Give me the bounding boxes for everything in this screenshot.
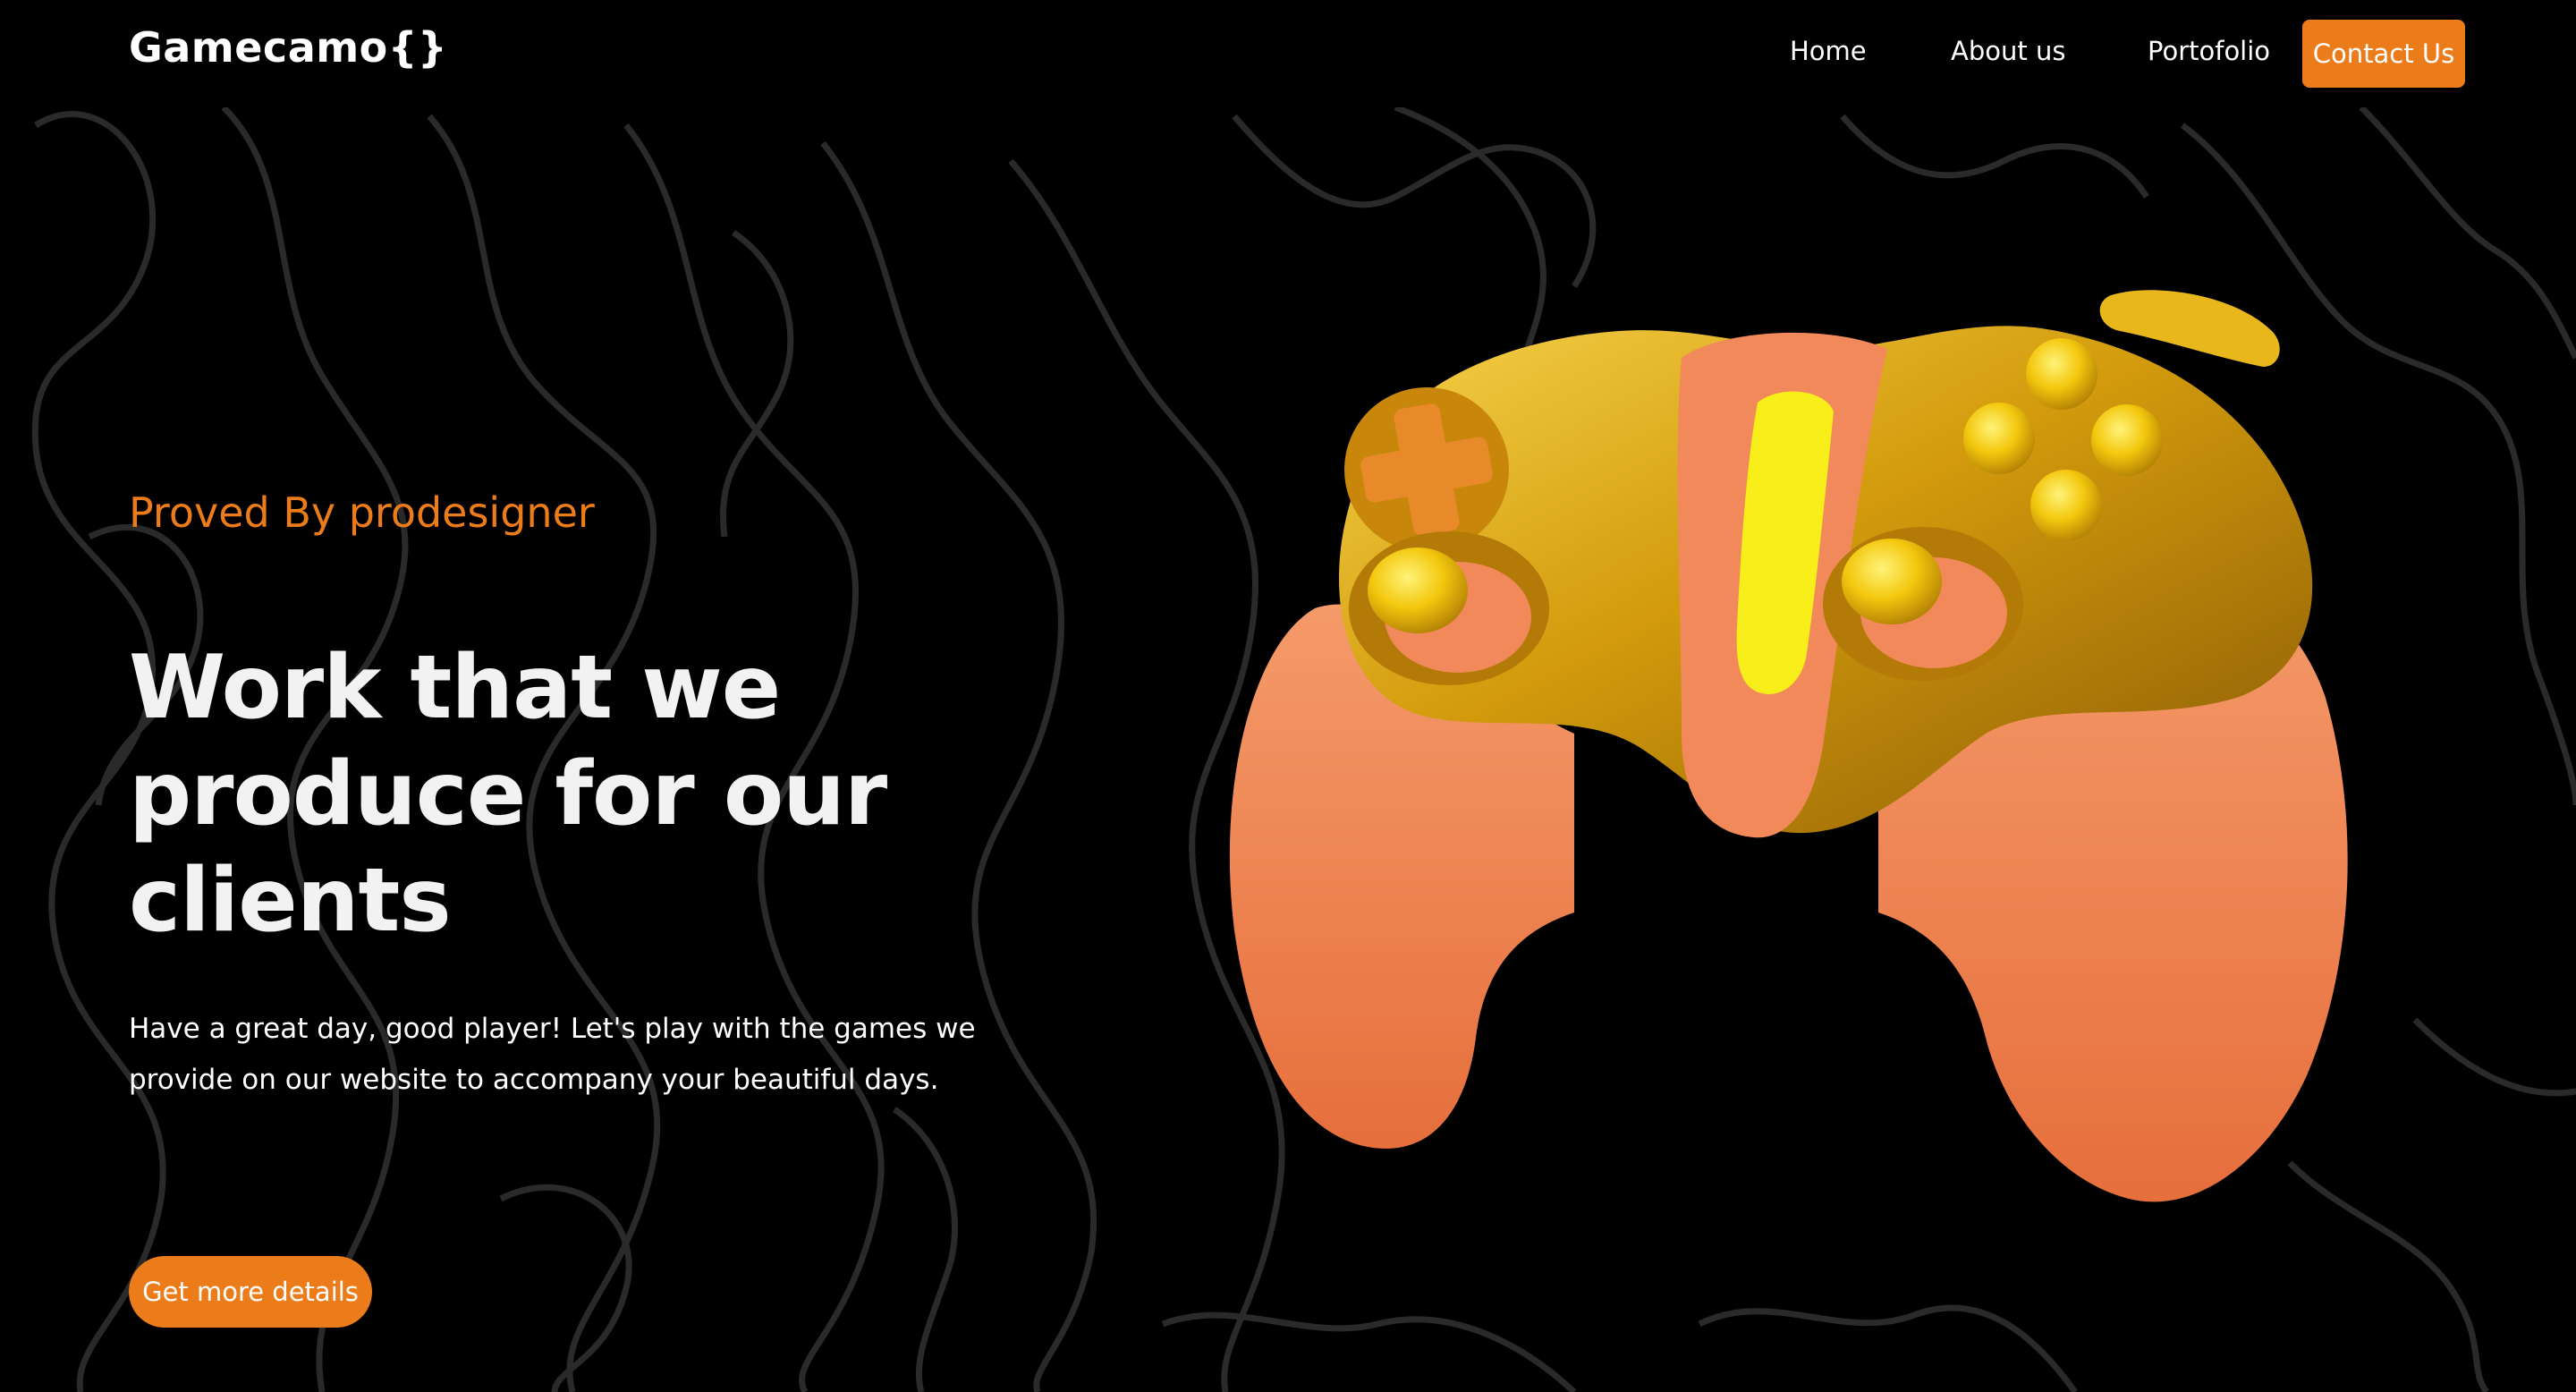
hero-eyebrow: Proved By prodesigner: [129, 488, 595, 537]
description-line-1: Have a great day, good player! Let's pla…: [129, 1013, 976, 1045]
right-thumbstick: [1823, 527, 2023, 681]
hero-description: Have a great day, good player! Let's pla…: [129, 1004, 1023, 1106]
description-line-2: provide on our website to accompany your…: [129, 1064, 939, 1096]
navbar: Gamecamo{} Home About us Portofolio Cont…: [0, 0, 2576, 107]
nav-link-about-us[interactable]: About us: [1951, 36, 2065, 66]
gamepad-illustration: [1229, 290, 2348, 1202]
headline-line-1: Work that we: [129, 637, 781, 739]
headline-line-3: clients: [129, 850, 452, 952]
hero-headline: Work that we produce for our clients: [129, 635, 934, 955]
left-thumbstick: [1349, 531, 1549, 685]
brand-logo[interactable]: Gamecamo{}: [129, 23, 447, 72]
contact-us-button[interactable]: Contact Us: [2302, 20, 2465, 88]
get-more-details-button[interactable]: Get more details: [129, 1256, 372, 1328]
nav-link-portofolio[interactable]: Portofolio: [2148, 36, 2270, 66]
headline-line-2: produce for our: [129, 743, 887, 845]
nav-link-home[interactable]: Home: [1790, 36, 1867, 66]
